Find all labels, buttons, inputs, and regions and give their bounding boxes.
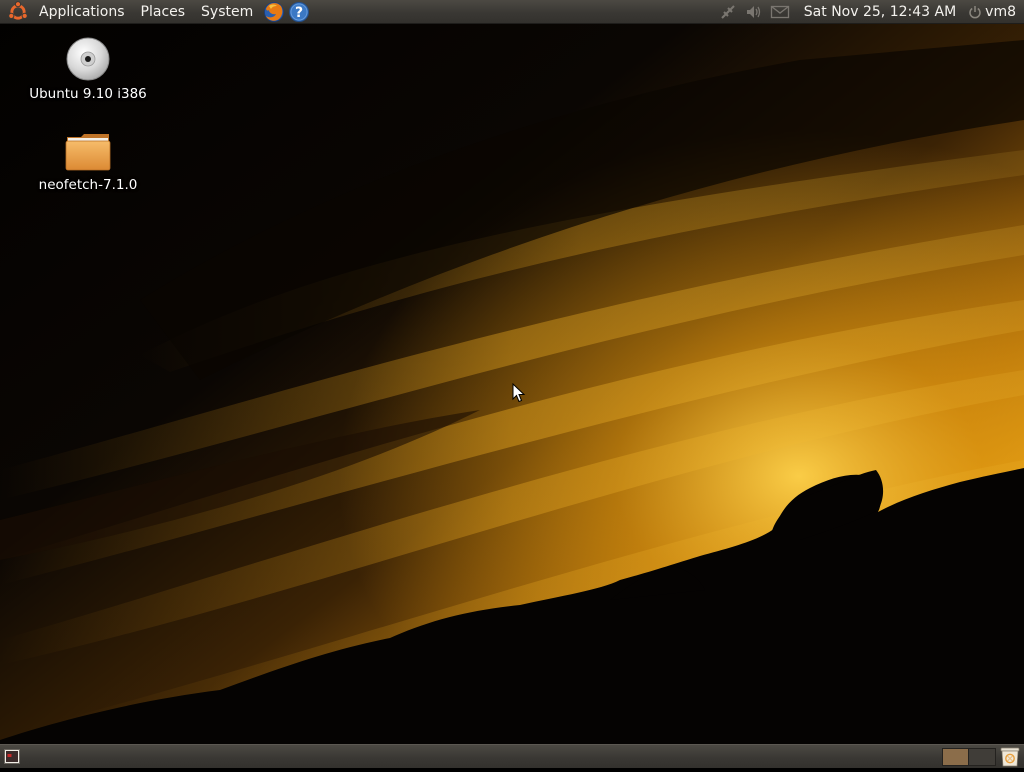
- workspace-switcher: [942, 748, 996, 766]
- show-desktop-icon[interactable]: [4, 749, 20, 764]
- workspace-2[interactable]: [969, 748, 996, 766]
- trash-icon[interactable]: [999, 746, 1021, 768]
- folder-icon: [65, 134, 111, 171]
- applications-menu[interactable]: Applications: [31, 0, 133, 24]
- ubuntu-logo-icon[interactable]: [7, 0, 31, 24]
- svg-text:?: ?: [295, 5, 303, 21]
- bottom-panel: [0, 744, 1024, 768]
- icon-label: neofetch-7.1.0: [38, 177, 138, 193]
- network-icon[interactable]: [717, 0, 739, 24]
- panel-tray: Sat Nov 25, 12:43 AM vm8: [713, 0, 1024, 24]
- desktop-icon-ubuntu-disc[interactable]: Ubuntu 9.10 i386: [18, 36, 158, 102]
- main-menu: Applications Places System ?: [0, 0, 311, 24]
- icon-label: Ubuntu 9.10 i386: [29, 86, 147, 102]
- mail-icon[interactable]: [769, 0, 791, 24]
- user-name: vm8: [985, 4, 1016, 20]
- mouse-cursor-icon: [512, 383, 526, 403]
- volume-muted-icon[interactable]: [743, 0, 765, 24]
- cdrom-icon: [66, 37, 110, 81]
- workspace-1[interactable]: [942, 748, 969, 766]
- help-icon[interactable]: ?: [287, 0, 311, 24]
- power-icon: [969, 6, 981, 19]
- desktop-icon-neofetch-folder[interactable]: neofetch-7.1.0: [18, 131, 158, 193]
- firefox-icon[interactable]: [262, 0, 286, 24]
- system-menu[interactable]: System: [193, 0, 261, 24]
- places-menu[interactable]: Places: [133, 0, 194, 24]
- user-switcher[interactable]: vm8: [968, 4, 1016, 20]
- top-panel: Applications Places System ? Sat Nov 25,…: [0, 0, 1024, 24]
- clock[interactable]: Sat Nov 25, 12:43 AM: [804, 4, 956, 20]
